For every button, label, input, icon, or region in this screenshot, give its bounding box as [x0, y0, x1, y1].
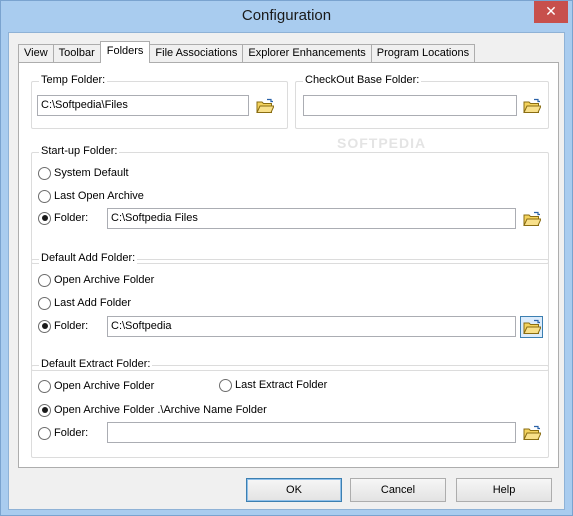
radio-button[interactable]: [38, 379, 51, 393]
close-icon: ✕: [545, 3, 557, 19]
extract-folder-browse-button[interactable]: [520, 422, 543, 444]
radio-button-selected[interactable]: [38, 403, 51, 417]
checkout-folder-browse-button[interactable]: [520, 95, 543, 117]
startup-folder-input[interactable]: C:\Softpedia Files: [107, 208, 516, 229]
radio-button-selected[interactable]: [38, 319, 51, 333]
option-label: Open Archive Folder .\Archive Name Folde…: [54, 404, 267, 416]
option-label: Folder:: [54, 320, 89, 332]
add-folder-browse-button[interactable]: [520, 316, 543, 338]
folder-browse-icon: [523, 211, 541, 227]
folders-tab-panel: SOFTPEDIA Temp Folder: C:\Softpedia\File…: [18, 62, 559, 468]
option-label: System Default: [54, 167, 129, 179]
tab-program-locations[interactable]: Program Locations: [370, 44, 476, 63]
temp-folder-input[interactable]: C:\Softpedia\Files: [37, 95, 249, 116]
window-title: Configuration: [241, 7, 332, 24]
tab-folders[interactable]: Folders: [99, 41, 151, 63]
folder-browse-icon: [523, 319, 541, 335]
startup-last-open-archive-option[interactable]: Last Open Archive: [38, 188, 144, 204]
option-label: Last Extract Folder: [235, 379, 328, 391]
option-label: Last Add Folder: [54, 297, 132, 309]
folder-browse-icon: [256, 98, 274, 114]
folder-browse-icon: [523, 98, 541, 114]
default-add-folder-label: Default Add Folder:: [39, 252, 138, 264]
tab-strip: View Toolbar Folders File Associations E…: [18, 41, 476, 63]
extract-last-extract-folder-option[interactable]: Last Extract Folder: [219, 377, 327, 393]
close-button[interactable]: ✕: [534, 1, 568, 23]
startup-folder-group: Start-up Folder: System Default Last Ope…: [31, 145, 549, 264]
radio-button[interactable]: [38, 426, 51, 440]
checkout-folder-label: CheckOut Base Folder:: [303, 74, 422, 86]
tab-explorer-enhancements[interactable]: Explorer Enhancements: [242, 44, 372, 63]
cancel-button[interactable]: Cancel: [350, 478, 446, 502]
help-button[interactable]: Help: [456, 478, 552, 502]
radio-button[interactable]: [38, 189, 51, 203]
startup-folder-label: Start-up Folder:: [39, 145, 120, 157]
default-extract-folder-label: Default Extract Folder:: [39, 358, 153, 370]
softpedia-watermark: SOFTPEDIA: [337, 135, 427, 151]
tab-toolbar[interactable]: Toolbar: [52, 44, 101, 63]
radio-button[interactable]: [38, 166, 51, 180]
dialog-client-area: View Toolbar Folders File Associations E…: [8, 32, 565, 510]
ok-button[interactable]: OK: [246, 478, 342, 502]
add-folder-option[interactable]: Folder:: [38, 318, 88, 334]
add-open-archive-folder-option[interactable]: Open Archive Folder: [38, 272, 154, 288]
temp-folder-browse-button[interactable]: [253, 95, 276, 117]
radio-button-selected[interactable]: [38, 211, 51, 225]
radio-button[interactable]: [219, 378, 232, 392]
folder-browse-icon: [523, 425, 541, 441]
configuration-window: Configuration ✕ View Toolbar Folders Fil…: [0, 0, 573, 516]
tab-view[interactable]: View: [18, 44, 54, 63]
title-bar[interactable]: Configuration ✕: [1, 1, 572, 32]
startup-folder-option[interactable]: Folder:: [38, 210, 88, 226]
extract-archive-name-folder-option[interactable]: Open Archive Folder .\Archive Name Folde…: [38, 402, 267, 418]
add-last-add-folder-option[interactable]: Last Add Folder: [38, 295, 131, 311]
option-label: Folder:: [54, 212, 89, 224]
extract-folder-option[interactable]: Folder:: [38, 425, 88, 441]
default-add-folder-group: Default Add Folder: Open Archive Folder …: [31, 252, 549, 371]
extract-open-archive-folder-option[interactable]: Open Archive Folder: [38, 378, 154, 394]
extract-folder-input[interactable]: [107, 422, 516, 443]
option-label: Folder:: [54, 427, 89, 439]
temp-folder-group: Temp Folder: C:\Softpedia\Files: [31, 74, 288, 129]
checkout-folder-input[interactable]: [303, 95, 517, 116]
radio-button[interactable]: [38, 273, 51, 287]
checkout-folder-group: CheckOut Base Folder:: [295, 74, 549, 129]
temp-folder-label: Temp Folder:: [39, 74, 108, 86]
option-label: Open Archive Folder: [54, 274, 155, 286]
default-extract-folder-group: Default Extract Folder: Open Archive Fol…: [31, 358, 549, 458]
tab-file-associations[interactable]: File Associations: [149, 44, 244, 63]
option-label: Last Open Archive: [54, 190, 144, 202]
radio-button[interactable]: [38, 296, 51, 310]
startup-system-default-option[interactable]: System Default: [38, 165, 129, 181]
startup-folder-browse-button[interactable]: [520, 208, 543, 230]
add-folder-input[interactable]: C:\Softpedia: [107, 316, 516, 337]
option-label: Open Archive Folder: [54, 380, 155, 392]
